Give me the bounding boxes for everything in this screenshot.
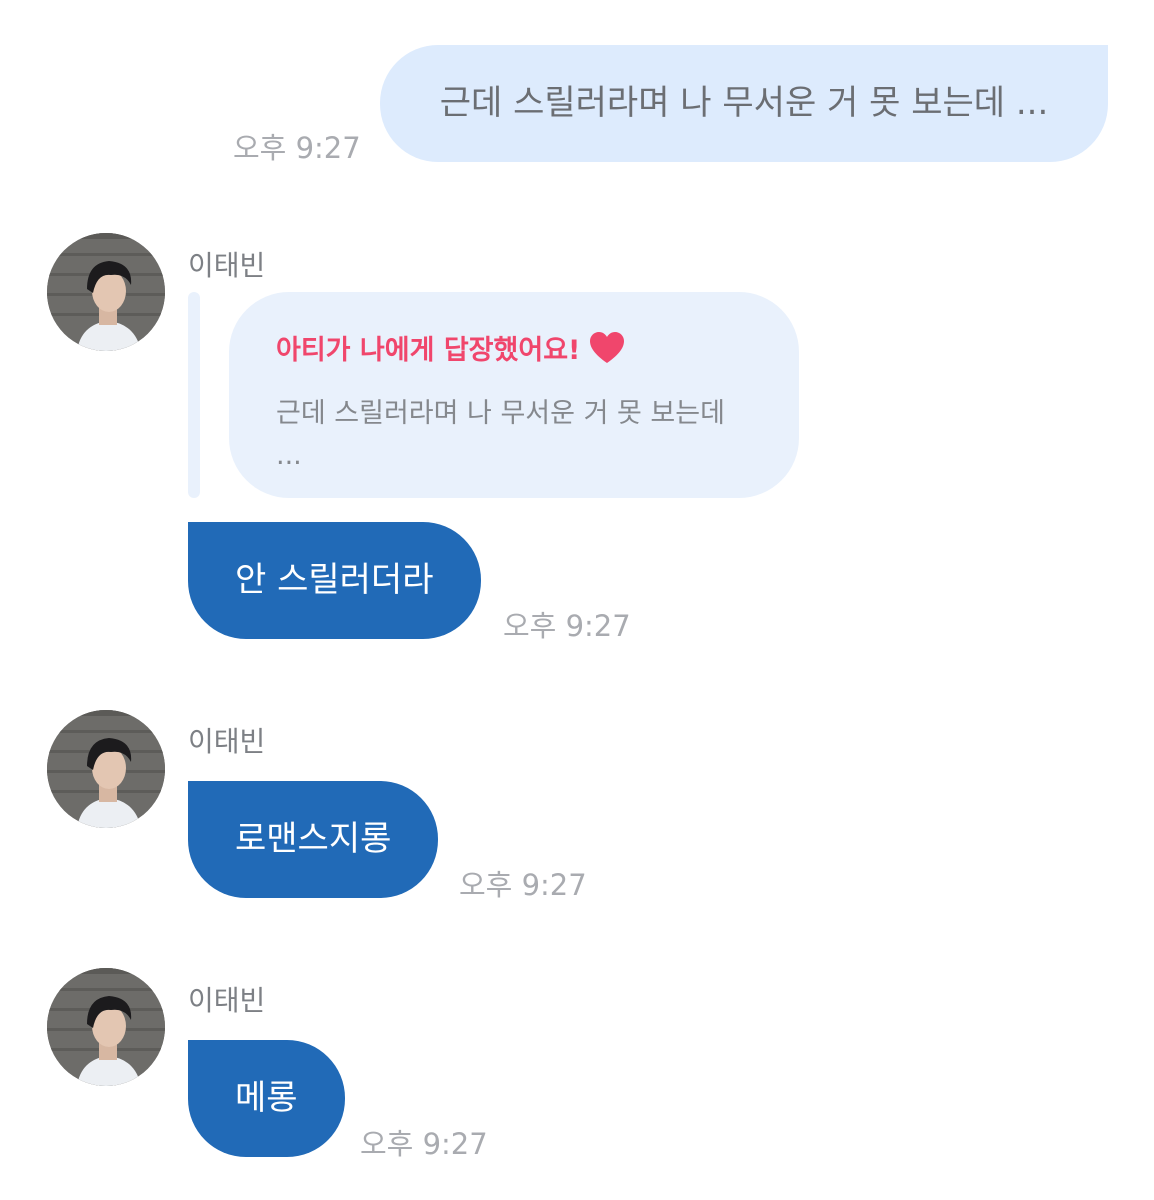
message-time: 오후 9:27	[503, 609, 631, 643]
sender-avatar[interactable]	[47, 233, 165, 351]
sender-name: 이태빈	[188, 984, 266, 1017]
reply-title: 아티가 나에게 답장했어요!	[276, 335, 581, 366]
avatar-photo	[47, 710, 165, 828]
reply-indicator-bar	[188, 292, 200, 498]
reply-title-row: 아티가 나에게 답장했어요!	[276, 328, 759, 367]
sender-avatar[interactable]	[47, 710, 165, 828]
sender-avatar[interactable]	[47, 968, 165, 1086]
outgoing-message-bubble[interactable]: 근데 스릴러라며 나 무서운 거 못 보는데 ...	[380, 45, 1108, 162]
message-time: 오후 9:27	[459, 868, 587, 902]
reply-card[interactable]: 아티가 나에게 답장했어요! 근데 스릴러라며 나 무서운 거 못 보는데 ..…	[229, 292, 799, 498]
avatar-photo	[47, 968, 165, 1086]
incoming-message-bubble[interactable]: 로맨스지롱	[188, 781, 439, 898]
incoming-message-bubble[interactable]: 메롱	[188, 1040, 345, 1157]
heart-icon	[590, 331, 625, 364]
avatar-photo	[47, 233, 165, 351]
reply-quote-text: 근데 스릴러라며 나 무서운 거 못 보는데 ...	[276, 398, 725, 471]
message-time: 오후 9:27	[233, 131, 361, 165]
incoming-message-bubble[interactable]: 안 스릴러더라	[188, 522, 481, 639]
sender-name: 이태빈	[188, 725, 266, 758]
chat-view: 오후 9:27 근데 스릴러라며 나 무서운 거 못 보는데 ... 이태빈 아…	[0, 0, 1154, 1200]
sender-name: 이태빈	[188, 249, 266, 282]
message-time: 오후 9:27	[360, 1127, 488, 1161]
